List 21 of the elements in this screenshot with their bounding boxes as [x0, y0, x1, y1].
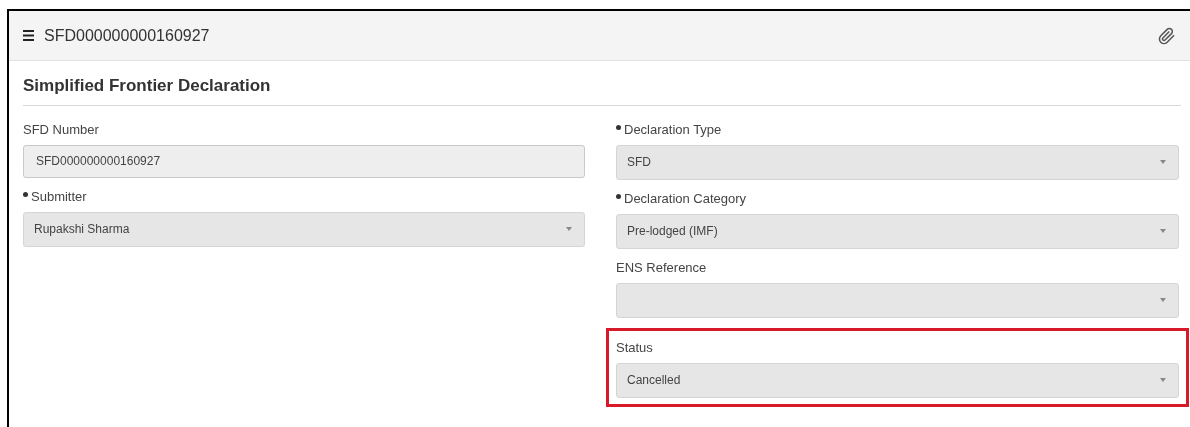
select-field[interactable]: [616, 282, 1179, 318]
caret-icon: [1160, 229, 1166, 233]
select-field[interactable]: Pre-lodged (IMF): [616, 213, 1179, 249]
header-title: SFD000000000160927: [44, 25, 210, 46]
paperclip-icon[interactable]: [1158, 26, 1176, 45]
field-label: SFD Number: [23, 120, 99, 139]
select-field[interactable]: SFD: [616, 144, 1179, 180]
field-label: Submitter: [31, 187, 87, 206]
menu-icon[interactable]: [23, 30, 34, 41]
caret-icon: [566, 227, 572, 231]
caret-icon: [1160, 378, 1166, 382]
field-label: ENS Reference: [616, 258, 707, 277]
select-field[interactable]: Rupakshi Sharma: [23, 211, 585, 247]
section-title: Simplified Frontier Declaration: [23, 76, 271, 95]
caret-icon: [1160, 298, 1166, 302]
select-field[interactable]: Cancelled: [616, 362, 1179, 398]
field-label: Status: [616, 338, 653, 357]
field-label: Declaration Type: [624, 120, 722, 139]
text-field[interactable]: SFD000000000160927: [23, 144, 585, 178]
caret-icon: [1160, 160, 1166, 164]
field-label: Declaration Category: [624, 189, 747, 208]
